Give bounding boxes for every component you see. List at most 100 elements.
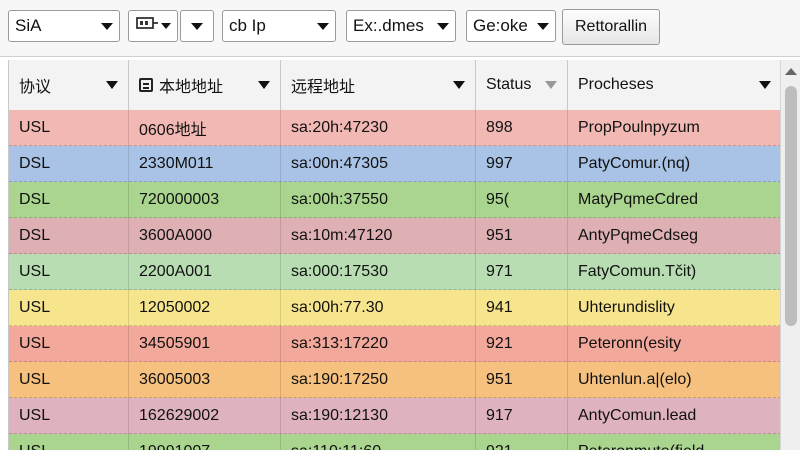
cell-local-address: 720000003 <box>129 182 281 218</box>
cell-process: PropPoulnpyzum <box>568 110 781 146</box>
table-row[interactable]: DSL 720000003 sa:00h:37550 95(MatyPqmeCdred <box>9 182 781 218</box>
sort-icon <box>258 81 270 89</box>
table-row[interactable]: USL 34505901 sa:313:17220 921 Peteronn(esity <box>9 326 781 362</box>
column-header-label: Procheses <box>578 76 654 93</box>
chevron-down-icon <box>101 22 113 30</box>
geoke-filter-dropdown[interactable]: Ge:oke <box>466 10 556 42</box>
cell-process: Peteronn(esity <box>568 326 781 362</box>
cell-process: AntyComun.lead <box>568 398 781 434</box>
cell-protocol: DSL <box>9 182 129 218</box>
cell-remote-address: sa:000:17530 <box>281 254 476 290</box>
cell-status: 951 <box>476 218 568 254</box>
chevron-down-icon <box>191 22 203 30</box>
cell-local-address: 2200A001 <box>129 254 281 290</box>
chevron-down-icon <box>317 22 329 30</box>
column-header-label: 协议 <box>19 79 52 96</box>
cell-local-address: 34505901 <box>129 326 281 362</box>
cell-protocol: USL <box>9 326 129 362</box>
cell-process: Uhtenlun.a|(elo) <box>568 362 781 398</box>
cell-remote-address: sa:190:12130 <box>281 398 476 434</box>
column-header-processes[interactable]: Procheses <box>568 60 781 110</box>
cell-status: 921 <box>476 326 568 362</box>
cell-remote-address: sa:190:17250 <box>281 362 476 398</box>
column-header-remote-address[interactable]: 远程地址 <box>281 60 476 110</box>
protocol-filter-label: SiA <box>15 16 42 35</box>
cell-process: FatyComun.Tčit) <box>568 254 781 290</box>
column-header-status[interactable]: Status <box>476 60 568 110</box>
cell-protocol: USL <box>9 362 129 398</box>
vertical-scrollbar[interactable] <box>780 60 800 450</box>
small-filter-dropdown[interactable] <box>180 10 214 42</box>
cell-local-address: 36005003 <box>129 362 281 398</box>
column-header-local-address[interactable]: 本地地址 <box>129 60 281 110</box>
cell-status: 921 <box>476 434 568 450</box>
toolbar: SiA cb Ip Ex:.dmes Ge:oke Rettorallin <box>0 0 800 57</box>
connections-table: 协议 本地地址 远程地址 Status Procheses USL 0606地址 s… <box>8 60 781 450</box>
cell-protocol: USL <box>9 110 129 146</box>
cell-local-address: 12050002 <box>129 290 281 326</box>
cell-process: Uhterundislity <box>568 290 781 326</box>
cell-status: 997 <box>476 146 568 182</box>
cell-remote-address: sa:10m:47120 <box>281 218 476 254</box>
cell-protocol: DSL <box>9 218 129 254</box>
column-header-label: 本地地址 <box>159 79 224 96</box>
cell-remote-address: sa:313:17220 <box>281 326 476 362</box>
cell-protocol: USL <box>9 398 129 434</box>
sort-icon <box>759 81 771 89</box>
names-filter-dropdown[interactable]: Ex:.dmes <box>346 10 456 42</box>
cell-local-address: 2330M011 <box>129 146 281 182</box>
names-filter-label: Ex:.dmes <box>353 16 424 35</box>
ip-filter-dropdown[interactable]: cb Ip <box>222 10 336 42</box>
sort-icon <box>106 81 118 89</box>
chevron-down-icon <box>537 22 549 30</box>
cell-local-address: 162629002 <box>129 398 281 434</box>
cell-process: AntyPqmeCdseg <box>568 218 781 254</box>
cell-process: MatyPqmeCdred <box>568 182 781 218</box>
cell-status: 971 <box>476 254 568 290</box>
table-header: 协议 本地地址 远程地址 Status Procheses <box>9 60 781 111</box>
ip-filter-label: cb Ip <box>229 16 266 35</box>
cell-local-address: 0606地址 <box>129 110 281 146</box>
network-adapter-icon <box>135 15 159 38</box>
cell-remote-address: sa:110:11:60 <box>281 434 476 450</box>
column-header-label: 远程地址 <box>291 79 356 96</box>
cell-remote-address: sa:00h:77.30 <box>281 290 476 326</box>
cell-status: 95( <box>476 182 568 218</box>
cell-remote-address: sa:00h:37550 <box>281 182 476 218</box>
table-row[interactable]: USL19991007sa:110:11:60921Peteronmute(fi… <box>9 434 781 450</box>
scrollbar-thumb[interactable] <box>785 86 797 326</box>
cell-protocol: USL <box>9 290 129 326</box>
table-row[interactable]: USL 162629002 sa:190:12130 917 AntyComun.lea… <box>9 398 781 434</box>
cell-protocol: DSL <box>9 146 129 182</box>
cell-status: 941 <box>476 290 568 326</box>
table-row[interactable]: DSL 3600A000 sa:10m:47120 951 AntyPqmeCdseg <box>9 218 781 254</box>
table-row[interactable]: USL 36005003 sa:190:17250 951 Uhtenlun.a|(el… <box>9 362 781 398</box>
cell-status: 917 <box>476 398 568 434</box>
cell-local-address: 3600A000 <box>129 218 281 254</box>
chevron-down-icon <box>437 22 449 30</box>
chevron-down-icon <box>161 23 171 29</box>
table-row[interactable]: USL 12050002 sa:00h:77.30 941 Uhterundislity <box>9 290 781 326</box>
table-body: USL 0606地址 sa:20h:47230 898 PropPoulnpyzum DS… <box>9 110 781 450</box>
column-header-protocol[interactable]: 协议 <box>9 60 129 110</box>
action-button[interactable]: Rettorallin <box>562 9 660 45</box>
table-row[interactable]: USL 0606地址 sa:20h:47230 898 PropPoulnpyzum <box>9 110 781 146</box>
protocol-filter-dropdown[interactable]: SiA <box>8 10 120 42</box>
table-row[interactable]: USL 2200A001 sa:000:17530 971 FatyComun.Tčit… <box>9 254 781 290</box>
cell-process: PatyComur.(nq) <box>568 146 781 182</box>
cell-local-address: 19991007 <box>129 434 281 450</box>
icon-filter-dropdown[interactable] <box>128 10 178 42</box>
table-row[interactable]: DSL 2330M011 sa:00n:47305 997 PatyComur.(nq) <box>9 146 781 182</box>
cell-protocol: USL <box>9 434 129 450</box>
cell-status: 951 <box>476 362 568 398</box>
scroll-up-icon[interactable] <box>785 68 797 75</box>
local-address-icon <box>139 78 153 92</box>
sort-icon <box>545 81 557 89</box>
geoke-filter-label: Ge:oke <box>473 16 528 35</box>
sort-icon <box>453 81 465 89</box>
column-header-label: Status <box>486 76 532 93</box>
cell-status: 898 <box>476 110 568 146</box>
cell-process: Peteronmute(field <box>568 434 781 450</box>
cell-protocol: USL <box>9 254 129 290</box>
cell-remote-address: sa:20h:47230 <box>281 110 476 146</box>
